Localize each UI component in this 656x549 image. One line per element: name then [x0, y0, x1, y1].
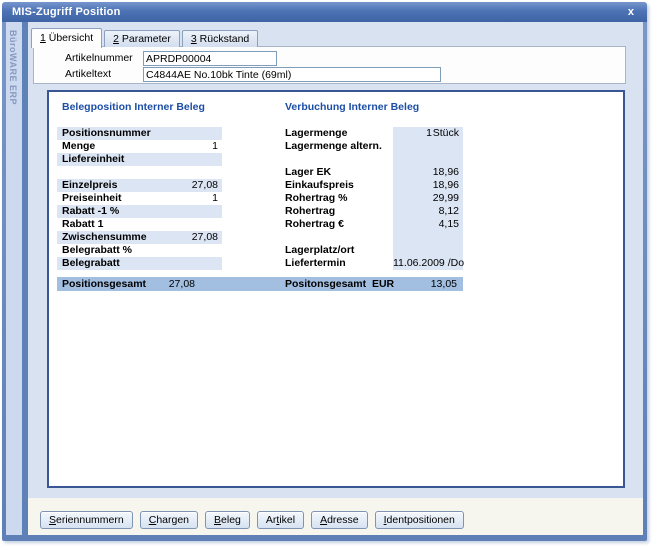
row-value: 8,12: [393, 205, 459, 218]
row-label: Lagermenge: [285, 127, 393, 140]
row-value-block: [393, 231, 463, 244]
button-artikel[interactable]: Artikel: [257, 511, 304, 529]
total-left-label: Positionsgesamt: [62, 277, 146, 291]
window-title: MIS-Zugriff Position: [12, 6, 120, 18]
detail-row: Lagermenge altern.: [49, 140, 463, 153]
titlebar: MIS-Zugriff Position x: [2, 2, 647, 22]
tab-bar: 1 Übersicht2 Parameter3 Rückstand: [31, 28, 258, 47]
row-value: 4,15: [393, 218, 459, 231]
row-label: Lagermenge altern.: [285, 140, 393, 153]
row-value-block: 11.06.2009 /Do: [393, 257, 463, 270]
row-value-block: [393, 244, 463, 257]
row-label: Lager EK: [285, 166, 393, 179]
detail-row: [49, 231, 463, 244]
tab-rueckstand[interactable]: 3 Rückstand: [182, 30, 258, 47]
detail-row: Lager EK 18,96: [49, 166, 463, 179]
row-label: [285, 231, 393, 244]
detail-row: Lagermenge 1Stück: [49, 127, 463, 140]
row-label: Einkaufspreis: [285, 179, 393, 192]
row-value: 18,96: [393, 179, 459, 192]
button-row: Seriennummern Chargen Beleg Artikel Adresse I…: [40, 511, 464, 529]
detail-row: Rohertrag 8,12: [49, 205, 463, 218]
row-label: Liefertermin: [285, 257, 393, 270]
row-value: [393, 231, 459, 244]
row-value: [393, 153, 459, 166]
total-right-label: Positonsgesamt EUR: [285, 277, 394, 291]
accent-strip: [22, 22, 28, 535]
artikelnummer-row: Artikelnummer: [65, 51, 277, 66]
detail-row: Rohertrag € 4,15: [49, 218, 463, 231]
row-value-block: [393, 153, 463, 166]
button-seriennummern[interactable]: Seriennummern: [40, 511, 133, 529]
screenshot-canvas: { "window": { "title": "MIS-Zugriff Posi…: [0, 0, 656, 549]
tab-parameter[interactable]: 2 Parameter: [104, 30, 180, 47]
detail-row: Rohertrag % 29,99: [49, 192, 463, 205]
button-chargen[interactable]: Chargen: [140, 511, 198, 529]
detail-row: [49, 153, 463, 166]
artikeltext-label: Artikeltext: [65, 67, 143, 82]
artikeltext-input[interactable]: [143, 67, 441, 82]
row-value-block: 18,96: [393, 166, 463, 179]
row-value: 11.06.2009 /Do: [393, 257, 464, 270]
button-identpositionen[interactable]: Identpositionen: [375, 511, 464, 529]
total-right-value: 13,05: [431, 277, 457, 291]
row-value: 29,99: [393, 192, 459, 205]
close-icon[interactable]: x: [625, 6, 637, 18]
total-left-value: 27,08: [137, 277, 195, 291]
bottom-button-bar: Seriennummern Chargen Beleg Artikel Adresse I…: [28, 498, 643, 535]
section-header-belegposition: Belegposition Interner Beleg: [62, 101, 205, 114]
row-value-block: 8,12: [393, 205, 463, 218]
position-detail-panel: Belegposition Interner Beleg Verbuchung …: [47, 90, 625, 488]
article-form-panel: Artikelnummer Artikeltext: [33, 46, 626, 84]
row-value-block: [393, 140, 463, 153]
row-label: Rohertrag €: [285, 218, 393, 231]
row-value: [393, 140, 459, 153]
row-label: [285, 153, 393, 166]
detail-row: Einkaufspreis 18,96: [49, 179, 463, 192]
row-value-block: 18,96: [393, 179, 463, 192]
button-beleg[interactable]: Beleg: [205, 511, 250, 529]
artikeltext-row: Artikeltext: [65, 67, 441, 82]
button-adresse[interactable]: Adresse: [311, 511, 368, 529]
tab-uebersicht[interactable]: 1 Übersicht: [31, 28, 102, 48]
app-window: MIS-Zugriff Position x BüroWARE ERP 1 Üb…: [2, 2, 647, 541]
section-header-verbuchung: Verbuchung Interner Beleg: [285, 101, 419, 114]
row-label: Lagerplatz/ort: [285, 244, 393, 257]
detail-row: Lagerplatz/ort: [49, 244, 463, 257]
window-body: BüroWARE ERP 1 Übersicht2 Parameter3 Rüc…: [6, 22, 643, 535]
row-value-block: 29,99: [393, 192, 463, 205]
right-detail-rows: Lagermenge 1Stück Lagermenge altern. Lag…: [49, 127, 463, 270]
brand-label: BüroWARE ERP: [8, 30, 18, 105]
row-value: 18,96: [393, 166, 459, 179]
row-label: Rohertrag %: [285, 192, 393, 205]
detail-row: Liefertermin 11.06.2009 /Do: [49, 257, 463, 270]
row-unit: Stück: [432, 127, 459, 140]
position-total-band: Positionsgesamt 27,08 Positonsgesamt EUR…: [57, 277, 463, 291]
row-value-block: 1Stück: [393, 127, 463, 140]
row-value-block: 4,15: [393, 218, 463, 231]
artikelnummer-input[interactable]: [143, 51, 277, 66]
row-label: Rohertrag: [285, 205, 393, 218]
brand-strip: BüroWARE ERP: [6, 22, 22, 535]
row-value: [393, 244, 459, 257]
artikelnummer-label: Artikelnummer: [65, 51, 143, 66]
row-value: 1: [393, 127, 432, 140]
